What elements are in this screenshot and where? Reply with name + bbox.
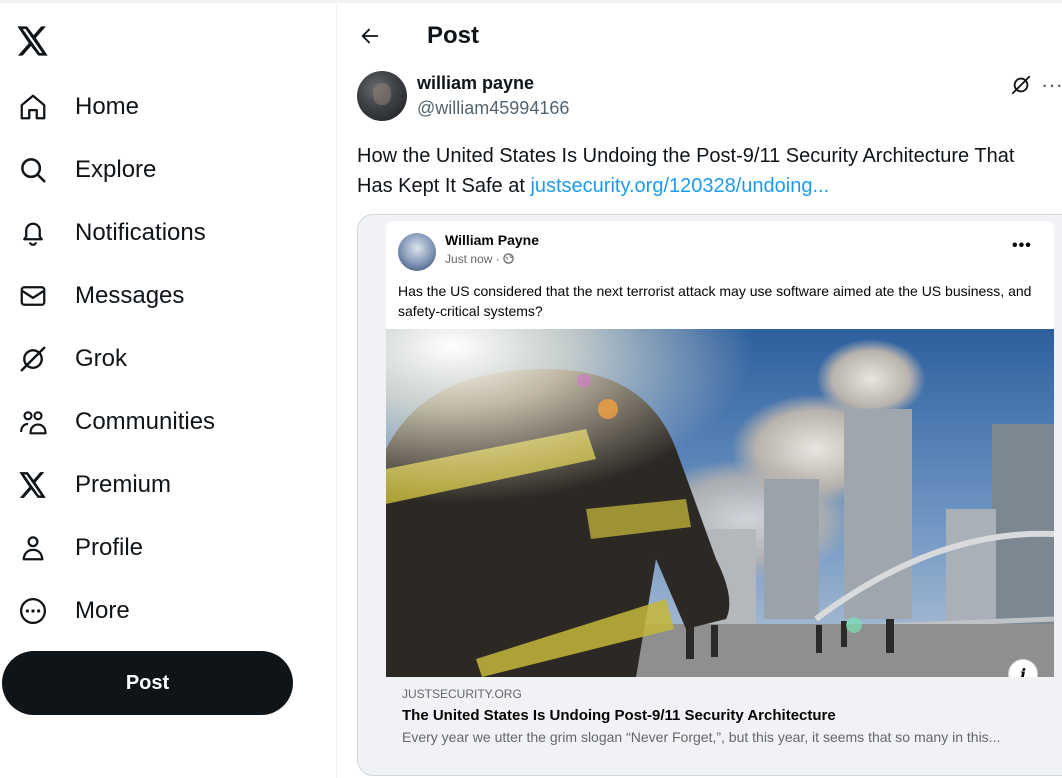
embed-avatar <box>398 233 436 271</box>
bell-icon <box>17 217 49 249</box>
back-arrow-icon[interactable] <box>357 23 383 49</box>
nav-label-explore: Explore <box>75 156 157 183</box>
nav-item-more[interactable]: More <box>0 583 300 639</box>
nav-item-premium[interactable]: Premium <box>0 457 300 513</box>
embed-more-icon: ••• <box>1012 237 1032 254</box>
person-icon <box>17 532 49 564</box>
x-logo-icon[interactable] <box>14 22 52 60</box>
nav-label-home: Home <box>75 93 140 120</box>
nav-item-notifications[interactable]: Notifications <box>0 205 300 261</box>
nav-label-messages: Messages <box>75 282 185 309</box>
tweet-text: How the United States Is Undoing the Pos… <box>357 141 1047 201</box>
embed-author-name: William Payne <box>445 232 540 248</box>
post-button[interactable]: Post <box>2 651 293 715</box>
nav-item-grok[interactable]: Grok <box>0 331 300 387</box>
firefighter-photo <box>386 329 1054 677</box>
main-column: Post william payne @william45994166 ··· … <box>337 3 1062 778</box>
search-icon <box>17 154 49 186</box>
link-preview: JUSTSECURITY.ORG The United States Is Un… <box>386 677 1054 775</box>
link-title: The United States Is Undoing Post-9/11 S… <box>402 707 836 724</box>
communities-icon <box>17 406 49 438</box>
nav-label-communities: Communities <box>75 408 216 435</box>
nav-item-communities[interactable]: Communities <box>0 394 300 450</box>
nav-label-more: More <box>75 597 130 624</box>
nav-item-messages[interactable]: Messages <box>0 268 300 324</box>
nav-item-home[interactable]: Home <box>0 79 300 135</box>
grok-icon[interactable] <box>1009 73 1033 97</box>
nav-label-grok: Grok <box>75 345 128 372</box>
home-icon <box>17 91 49 123</box>
more-options-icon[interactable]: ··· <box>1041 71 1062 99</box>
link-domain: JUSTSECURITY.ORG <box>402 687 522 701</box>
page-title: Post <box>427 22 480 49</box>
nav-item-profile[interactable]: Profile <box>0 520 300 576</box>
link-description: Every year we utter the grim slogan “Nev… <box>402 729 1001 745</box>
nav-item-explore[interactable]: Explore <box>0 142 300 198</box>
media-card[interactable]: William Payne Just now · ••• Has the US … <box>357 214 1062 776</box>
nav-label-premium: Premium <box>75 471 172 498</box>
nav-label-notifications: Notifications <box>75 219 206 246</box>
embed-text: Has the US considered that the next terr… <box>398 283 1032 319</box>
x-logo-icon <box>17 469 49 501</box>
globe-icon <box>503 253 514 264</box>
grok-icon <box>17 343 49 375</box>
sidebar: Home Explore Notifications Messages Grok… <box>0 3 336 778</box>
author-name[interactable]: william payne <box>417 73 534 94</box>
avatar[interactable] <box>357 71 407 121</box>
embed-timestamp: Just now · <box>445 252 514 266</box>
envelope-icon <box>17 280 49 312</box>
more-circle-icon <box>17 595 49 627</box>
embed-time-text: Just now · <box>445 252 500 266</box>
nav-label-profile: Profile <box>75 534 144 561</box>
facebook-post-screenshot: William Payne Just now · ••• Has the US … <box>386 221 1054 775</box>
tweet-link[interactable]: justsecurity.org/120328/undoing... <box>530 175 829 197</box>
author-handle[interactable]: @william45994166 <box>417 98 569 119</box>
